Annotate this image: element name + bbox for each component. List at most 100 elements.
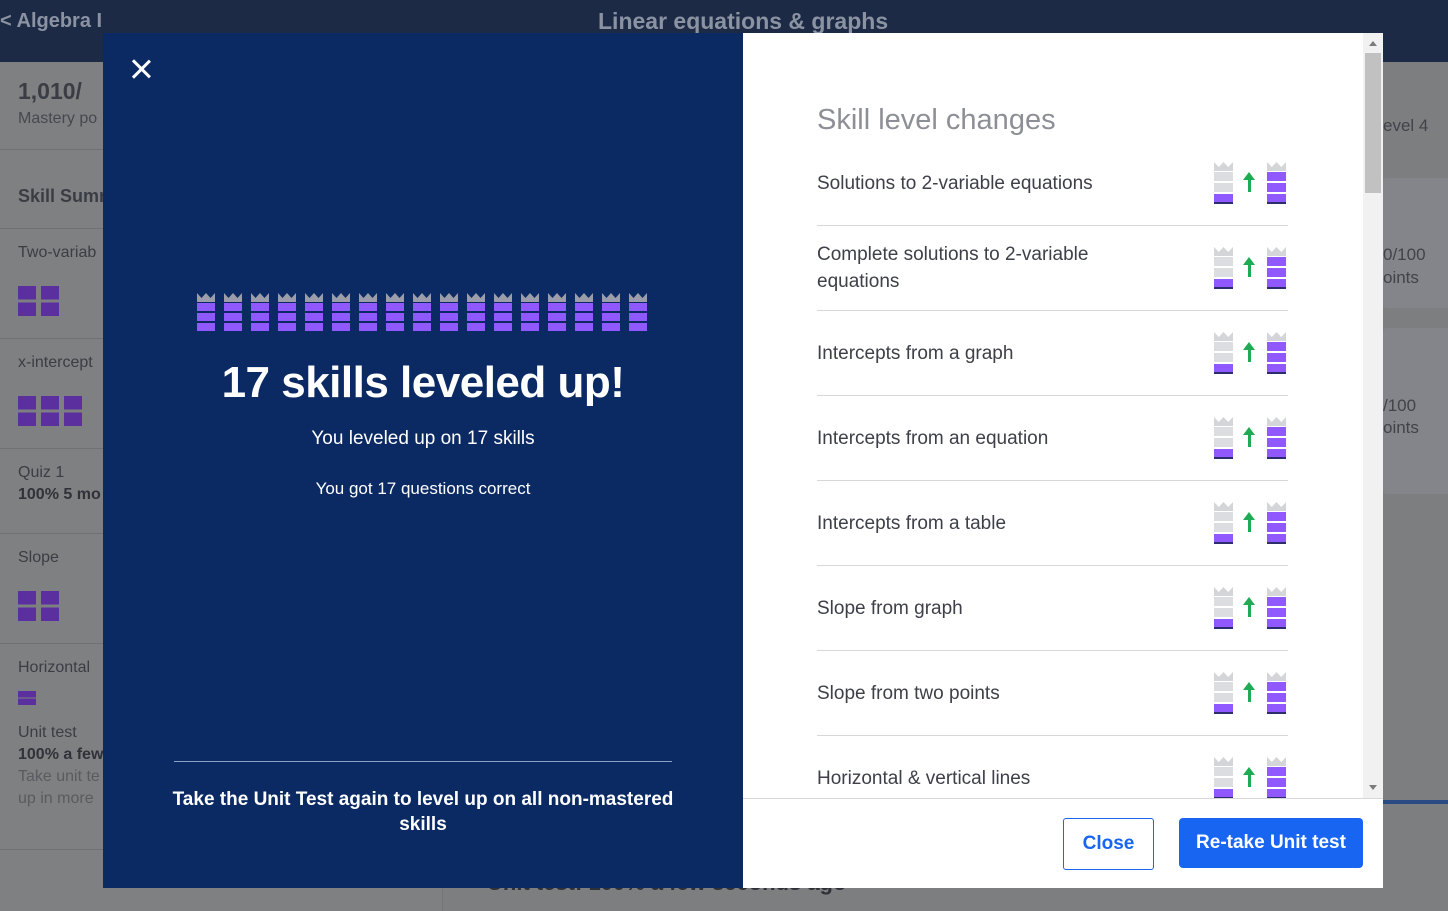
level-before-icon [1214, 672, 1233, 714]
bg-points-text: 0/100 [1383, 245, 1426, 264]
skill-change-row: Slope from graph [817, 566, 1288, 651]
level-after-icon [1267, 502, 1286, 544]
arrow-up-icon [1243, 682, 1257, 702]
skill-crown-icon [521, 293, 539, 331]
unit-title: Linear equations & graphs [598, 8, 889, 34]
level-before-icon [1214, 162, 1233, 204]
arrow-up-icon [1243, 597, 1257, 617]
skills-crown-row [197, 293, 647, 331]
level-up-summary: You leveled up on 17 skills [311, 428, 535, 449]
arrow-up-icon [1243, 427, 1257, 447]
quiz-score: 100% 5 mo [18, 486, 101, 503]
bg-skill-label: x-intercept [18, 354, 93, 371]
skill-name: Complete solutions to 2-variable equatio… [817, 244, 1089, 292]
level-change-indicator [1214, 502, 1286, 544]
skill-summary-heading: Skill Summ [18, 186, 116, 206]
level-before-icon [1214, 502, 1233, 544]
unit-test-hint: up in more [18, 790, 94, 807]
skill-crown-icon [386, 293, 404, 331]
skill-name: Slope from graph [817, 597, 963, 619]
skill-crown-icon [494, 293, 512, 331]
retake-unit-test-button[interactable]: Re-take Unit test [1179, 818, 1363, 868]
arrow-up-icon [1243, 257, 1257, 277]
level-after-icon [1267, 672, 1286, 714]
level-before-icon [1214, 247, 1233, 289]
skill-name: Solutions to 2-variable equations [817, 172, 1093, 194]
bg-skill-bars [18, 591, 59, 621]
level-change-indicator [1214, 162, 1286, 204]
skill-change-row: Horizontal & vertical lines [817, 736, 1288, 798]
bg-points-text: oints [1383, 268, 1419, 287]
level-change-indicator [1214, 757, 1286, 798]
bg-skill-bars [18, 691, 36, 705]
level-before-icon [1214, 757, 1233, 798]
bg-skill-label: Horizontal [18, 659, 91, 676]
bg-skill-bars [18, 396, 82, 426]
skill-change-row: Intercepts from an equation [817, 396, 1288, 481]
modal-headline: 17 skills leveled up! [221, 358, 625, 407]
skill-crown-icon [359, 293, 377, 331]
skill-crown-icon [413, 293, 431, 331]
skill-crown-icon [251, 293, 269, 331]
arrow-up-icon [1243, 767, 1257, 787]
back-link[interactable]: < Algebra I [0, 10, 102, 33]
skill-change-row: Complete solutions to 2-variable equatio… [817, 226, 1288, 311]
skill-change-row: Intercepts from a table [817, 481, 1288, 566]
skill-change-list: Solutions to 2-variable equations Complet… [817, 141, 1288, 798]
questions-correct-summary: You got 17 questions correct [315, 479, 531, 498]
arrow-up-icon [1243, 172, 1257, 192]
skill-crown-icon [278, 293, 296, 331]
scrollbar-thumb[interactable] [1365, 53, 1381, 193]
level-after-icon [1267, 757, 1286, 798]
skill-crown-icon [575, 293, 593, 331]
skill-crown-icon [332, 293, 350, 331]
level-change-indicator [1214, 332, 1286, 374]
unit-test-label: Unit test [18, 724, 77, 741]
unit-test-hint: Take unit te [18, 768, 100, 785]
bg-points-text: /100 [1383, 396, 1417, 415]
level-before-icon [1214, 332, 1233, 374]
skill-name: Intercepts from a graph [817, 342, 1014, 364]
level-change-indicator [1214, 672, 1286, 714]
close-button[interactable]: Close [1063, 818, 1154, 870]
level-up-modal: 17 skills leveled up! You leveled up on … [103, 33, 1383, 888]
retake-prompt: Take the Unit Test again to level up on … [172, 789, 674, 835]
bg-progress-strip [1383, 800, 1448, 804]
close-icon[interactable] [129, 57, 153, 81]
level-after-icon [1267, 332, 1286, 374]
bg-skill-label: Two-variab [18, 244, 97, 261]
skill-change-row: Intercepts from a graph [817, 311, 1288, 396]
skill-crown-icon [629, 293, 647, 331]
skill-change-row: Solutions to 2-variable equations [817, 141, 1288, 226]
skill-crown-icon [224, 293, 242, 331]
skill-crown-icon [602, 293, 620, 331]
mastery-points-label: Mastery po [18, 110, 98, 127]
skill-change-row: Slope from two points [817, 651, 1288, 736]
skill-crown-icon [305, 293, 323, 331]
quiz-label: Quiz 1 [18, 464, 65, 481]
scrollbar[interactable] [1363, 33, 1383, 798]
skill-crown-icon [467, 293, 485, 331]
unit-test-score: 100% a few [18, 746, 104, 763]
skill-crown-icon [197, 293, 215, 331]
level-after-icon [1267, 587, 1286, 629]
level-after-icon [1267, 247, 1286, 289]
modal-summary-panel: 17 skills leveled up! You leveled up on … [103, 33, 743, 888]
skill-name: Slope from two points [817, 682, 1000, 704]
arrow-up-icon [1243, 342, 1257, 362]
level-before-icon [1214, 417, 1233, 459]
level-after-icon [1267, 162, 1286, 204]
divider [174, 761, 672, 762]
skill-changes-title: Skill level changes [817, 104, 1056, 136]
arrow-up-icon [1243, 512, 1257, 532]
level-before-icon [1214, 587, 1233, 629]
mastery-points: 1,010/ [18, 78, 82, 104]
scroll-up-icon[interactable] [1369, 41, 1377, 46]
scroll-down-icon[interactable] [1369, 785, 1377, 790]
bg-points-text: oints [1383, 418, 1419, 437]
bg-skill-bars [18, 286, 59, 316]
skill-changes-scroll[interactable]: Skill level changes Solutions to 2-varia… [743, 33, 1383, 798]
level-change-indicator [1214, 417, 1286, 459]
skill-crown-icon [548, 293, 566, 331]
modal-footer: Close Re-take Unit test [743, 798, 1383, 888]
